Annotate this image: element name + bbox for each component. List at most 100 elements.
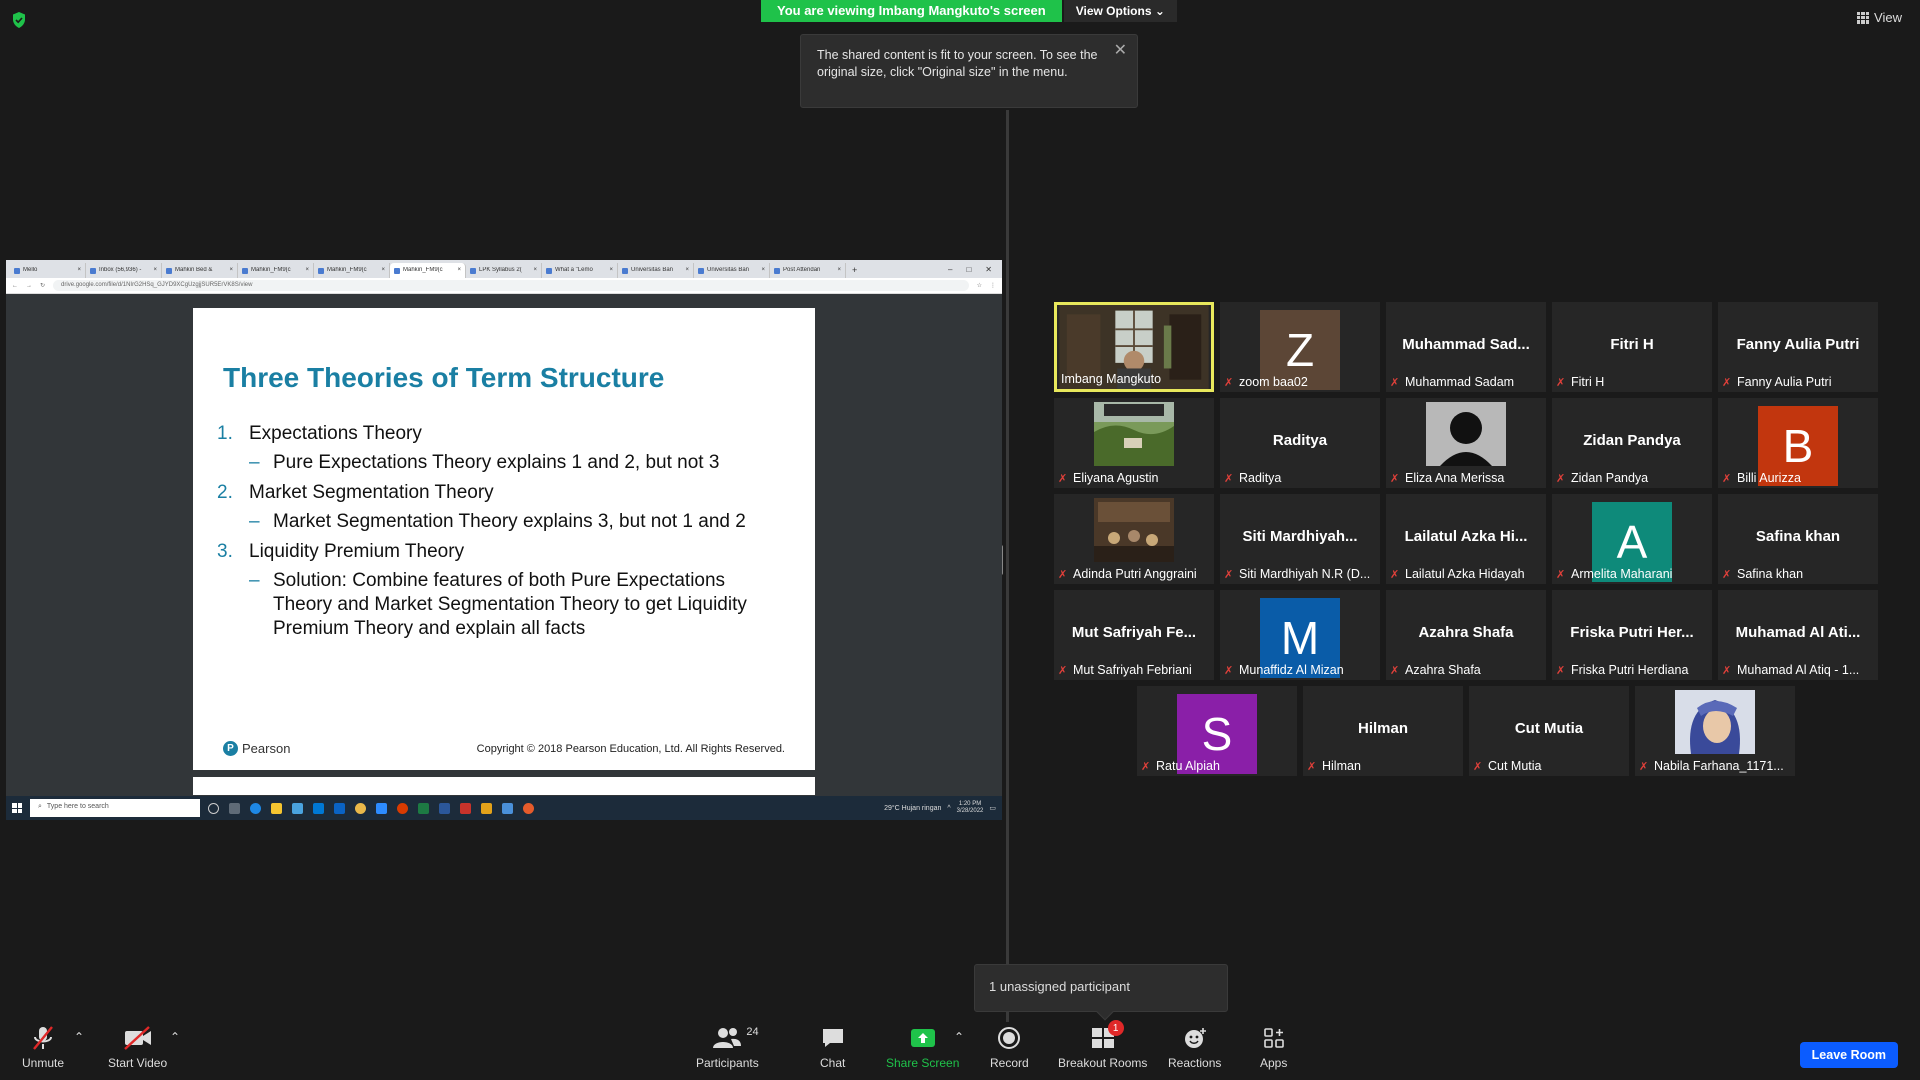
muted-mic-icon: ✗ <box>1058 568 1068 581</box>
share-screen-icon <box>910 1029 935 1047</box>
profile-photo <box>1094 402 1174 466</box>
participant-tile[interactable]: Z ✗ zoom baa02 <box>1220 302 1380 392</box>
participant-tile[interactable]: Friska Putri Her... ✗ Friska Putri Herdian… <box>1552 590 1712 680</box>
maximize-icon: □ <box>966 265 972 274</box>
share-options-caret[interactable]: ⌃ <box>954 1030 964 1044</box>
video-options-caret[interactable]: ⌃ <box>170 1030 180 1044</box>
record-button[interactable]: Record <box>990 1024 1029 1070</box>
smiley-icon <box>1184 1028 1206 1048</box>
participant-tile[interactable]: Fanny Aulia Putri ✗ Fanny Aulia Putri <box>1718 302 1878 392</box>
participant-name: Munaffidz Al Mizan <box>1239 663 1344 677</box>
participant-name: Lailatul Azka Hidayah <box>1405 567 1525 581</box>
meeting-toolbar: Unmute ⌃ Start Video ⌃ 24 Participants C… <box>0 1020 1920 1080</box>
participant-name: Billi Aurizza <box>1737 471 1801 485</box>
start-video-button[interactable]: Start Video <box>108 1024 167 1070</box>
participant-name-label: ✗ Friska Putri Herdiana <box>1556 663 1708 677</box>
view-options-button[interactable]: View Options ⌄ <box>1063 0 1177 22</box>
participant-tile[interactable]: Muhamad Al Ati... ✗ Muhamad Al Atiq - 1... <box>1718 590 1878 680</box>
apps-icon <box>1263 1028 1284 1048</box>
grid-view-icon <box>1857 11 1870 24</box>
participant-tile[interactable]: Azahra Shafa ✗ Azahra Shafa <box>1386 590 1546 680</box>
audio-options-caret[interactable]: ⌃ <box>74 1030 84 1044</box>
browser-tab: Mahkin Bed & × <box>162 263 238 278</box>
close-icon[interactable]: ✕ <box>1114 42 1127 59</box>
browser-tab: Universitas Ban × <box>618 263 694 278</box>
reactions-button[interactable]: Reactions <box>1168 1024 1221 1070</box>
participant-tile[interactable]: Raditya ✗ Raditya <box>1220 398 1380 488</box>
participant-tile[interactable]: A ✗ Armelita Maharani <box>1552 494 1712 584</box>
tab-favicon-icon <box>774 268 780 274</box>
tab-close-icon: × <box>533 267 537 273</box>
participant-tile[interactable]: Mut Safriyah Fe... ✗ Mut Safriyah Febriani <box>1054 590 1214 680</box>
theory-item: 3. Liquidity Premium Theory – Solution: Com… <box>217 540 787 641</box>
participant-tile[interactable]: Lailatul Azka Hi... ✗ Lailatul Azka Hidaya… <box>1386 494 1546 584</box>
participant-tile[interactable]: ✗ Nabila Farhana_1171... <box>1635 686 1795 776</box>
participant-tile[interactable]: ✗ Eliza Ana Merissa <box>1386 398 1546 488</box>
muted-mic-icon: ✗ <box>1390 568 1400 581</box>
reactions-label: Reactions <box>1168 1056 1222 1070</box>
chat-button[interactable]: Chat <box>820 1024 845 1070</box>
participant-name: Zidan Pandya <box>1571 471 1649 485</box>
share-banner: You are viewing Imbang Mangkuto's screen… <box>761 0 1177 22</box>
participants-icon <box>713 1028 742 1048</box>
participant-tile[interactable]: Hilman ✗ Hilman <box>1303 686 1463 776</box>
share-screen-button[interactable]: Share Screen <box>886 1024 959 1070</box>
theory-explanation: Pure Expectations Theory explains 1 and … <box>273 452 720 473</box>
participant-tile[interactable]: ✗ Adinda Putri Anggraini <box>1054 494 1214 584</box>
participant-name: Hilman <box>1322 759 1361 773</box>
muted-mic-icon: ✗ <box>1722 472 1732 485</box>
theory-explanation: Solution: Combine features of both Pure … <box>273 570 747 639</box>
participant-tile[interactable]: Siti Mardhiyah... ✗ Siti Mardhiyah N.R (D.… <box>1220 494 1380 584</box>
tab-title: Universitas Ban <box>631 267 674 273</box>
participant-tile[interactable]: M ✗ Munaffidz Al Mizan <box>1220 590 1380 680</box>
participant-name-label: ✗ zoom baa02 <box>1224 375 1376 389</box>
unmute-button[interactable]: Unmute <box>22 1024 64 1070</box>
participant-name: zoom baa02 <box>1239 375 1308 389</box>
clock: 1:20 PM 3/28/2022 <box>956 801 984 814</box>
chat-bubble-icon <box>822 1029 843 1047</box>
view-button[interactable]: View <box>1857 10 1902 25</box>
presentation-slide: Three Theories of Term Structure 1. Expec… <box>193 308 815 770</box>
participant-tile[interactable]: S ✗ Ratu Alpiah <box>1137 686 1297 776</box>
participant-tile[interactable]: Imbang Mangkuto <box>1054 302 1214 392</box>
participant-display-name: Cut Mutia <box>1514 720 1584 737</box>
participant-name-label: ✗ Muhammad Sadam <box>1390 375 1542 389</box>
tab-favicon-icon <box>622 268 628 274</box>
participant-name-label: ✗ Fanny Aulia Putri <box>1722 375 1874 389</box>
breakout-rooms-button[interactable]: 1 Breakout Rooms <box>1058 1020 1147 1070</box>
item-number: 2. <box>217 482 233 503</box>
participant-tile[interactable]: Muhammad Sad... ✗ Muhammad Sadam <box>1386 302 1546 392</box>
url-field: drive.google.com/file/d/1NIrG2HSq_GJYD9X… <box>53 280 969 291</box>
participant-name-label: ✗ Muhamad Al Atiq - 1... <box>1722 663 1874 677</box>
participant-tile[interactable]: Fitri H ✗ Fitri H <box>1552 302 1712 392</box>
muted-mic-icon: ✗ <box>1307 760 1317 773</box>
muted-mic-icon: ✗ <box>1722 376 1732 389</box>
tab-title: Post Attendan <box>783 267 821 273</box>
forward-icon: → <box>26 282 32 289</box>
participant-tile[interactable]: Cut Mutia ✗ Cut Mutia <box>1469 686 1629 776</box>
participant-name-label: ✗ Nabila Farhana_1171... <box>1639 759 1791 773</box>
tab-close-icon: × <box>685 267 689 273</box>
participant-name: Azahra Shafa <box>1405 663 1481 677</box>
encryption-shield-icon[interactable] <box>11 11 27 29</box>
apps-button[interactable]: Apps <box>1260 1024 1287 1070</box>
split-divider[interactable] <box>997 110 1009 1030</box>
participant-tile[interactable]: Safina khan ✗ Safina khan <box>1718 494 1878 584</box>
browser-tab: Mahkin_FM9(c × <box>390 263 466 278</box>
participant-name-label: ✗ Armelita Maharani <box>1556 567 1708 581</box>
reload-icon: ↻ <box>40 283 46 289</box>
participant-tile[interactable]: Zidan Pandya ✗ Zidan Pandya <box>1552 398 1712 488</box>
leave-room-button[interactable]: Leave Room <box>1799 1042 1898 1068</box>
participant-tile[interactable]: B ✗ Billi Aurizza <box>1718 398 1878 488</box>
share-screen-label: Share Screen <box>886 1056 960 1070</box>
browser-address-bar: ← → ↻ drive.google.com/file/d/1NIrG2HSq_… <box>6 278 1002 294</box>
participants-button[interactable]: 24 Participants <box>696 1024 759 1070</box>
windows-start-icon <box>12 803 22 813</box>
tab-title: Universitas Ban <box>707 267 750 273</box>
participant-name: Eliyana Agustin <box>1073 471 1159 485</box>
tooltip-text: The shared content is fit to your screen… <box>817 48 1098 79</box>
system-tray: 29°C Hujan ringan ^ 1:20 PM 3/28/2022 ▭ <box>884 801 996 815</box>
participant-tile[interactable]: ✗ Eliyana Agustin <box>1054 398 1214 488</box>
browser-tab: Mahkin_FM9(c × <box>238 263 314 278</box>
theory-item: 2. Market Segmentation Theory – Market Segm… <box>217 481 787 534</box>
